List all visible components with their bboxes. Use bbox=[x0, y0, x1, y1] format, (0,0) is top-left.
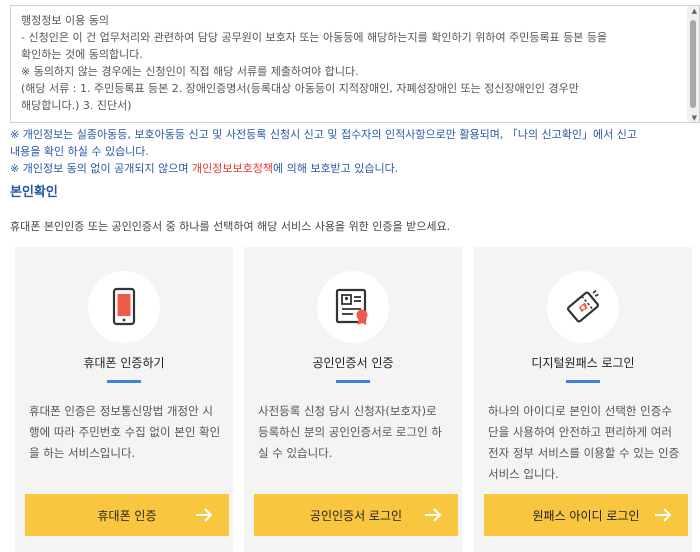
card-mobile-auth: 휴대폰 인증하기 휴대폰 인증은 정보통신망법 개정안 시행에 따라 주민번호 … bbox=[15, 247, 233, 552]
privacy-line-2: 내용을 확인 하실 수 있습니다. bbox=[10, 145, 149, 158]
consent-scrollbar[interactable]: ▲ ▼ bbox=[687, 6, 699, 122]
consent-line: 확인하는 것에 동의합니다. bbox=[21, 48, 143, 61]
card-certificate-auth: 공인인증서 인증 사전등록 신청 당시 신청자(보호자)로 등록하신 분의 공인… bbox=[244, 247, 462, 552]
card-divider bbox=[107, 380, 141, 383]
consent-textbox[interactable]: 행정정보 이용 동의 - 신청인은 이 건 업무처리와 관련하여 담당 공무원이… bbox=[10, 5, 700, 123]
card-title: 디지털원패스 로그인 bbox=[531, 356, 635, 370]
auth-cards: 휴대폰 인증하기 휴대폰 인증은 정보통신망법 개정안 시행에 따라 주민번호 … bbox=[15, 247, 700, 552]
onepass-login-button[interactable]: 원패스 아이디 로그인 bbox=[484, 494, 688, 536]
card-title: 휴대폰 인증하기 bbox=[83, 356, 165, 370]
privacy-line-3-suffix: 에 의해 보호받고 있습니다. bbox=[272, 162, 399, 175]
privacy-line-3: ※ 개인정보 동의 없이 공개되지 않으며 개인정보보호정책에 의해 보호받고 … bbox=[10, 160, 700, 177]
consent-line: ※ 동의하지 않는 경우에는 신청인이 직접 해당 서류를 제출하여야 합니다. bbox=[21, 65, 359, 78]
arrow-right-icon bbox=[193, 504, 215, 529]
consent-line: 해당합니다.) 3. 진단서) bbox=[21, 99, 132, 112]
card-divider bbox=[336, 380, 370, 383]
mobile-auth-button[interactable]: 휴대폰 인증 bbox=[25, 494, 229, 536]
certificate-login-button[interactable]: 공인인증서 로그인 bbox=[254, 494, 458, 536]
scroll-down-arrow-icon[interactable]: ▼ bbox=[692, 114, 697, 122]
card-description: 휴대폰 인증은 정보통신망법 개정안 시행에 따라 주민번호 수집 없이 본인 … bbox=[29, 404, 221, 460]
card-description: 하나의 아이디로 본인이 선택한 인증수단을 사용하여 안전하고 편리하게 여러… bbox=[488, 404, 680, 481]
card-title: 공인인증서 인증 bbox=[312, 356, 394, 370]
privacy-notice: ※ 개인정보는 실종아동등, 보호아동등 신고 및 사전등록 신청시 신고 및 … bbox=[10, 126, 700, 177]
button-label: 휴대폰 인증 bbox=[97, 508, 157, 523]
button-label: 원패스 아이디 로그인 bbox=[532, 508, 640, 523]
consent-text: 행정정보 이용 동의 - 신청인은 이 건 업무처리와 관련하여 담당 공무원이… bbox=[11, 6, 699, 114]
section-description: 휴대폰 본인인증 또는 공인인증서 중 하나를 선택하여 해당 서비스 사용을 … bbox=[10, 220, 451, 233]
onepass-ticket-icon bbox=[547, 271, 619, 343]
certificate-icon bbox=[317, 271, 389, 343]
card-onepass-login: 디지털원패스 로그인 하나의 아이디로 본인이 선택한 인증수단을 사용하여 안… bbox=[474, 247, 692, 552]
consent-line: - 신청인은 이 건 업무처리와 관련하여 담당 공무원이 보호자 또는 아동등… bbox=[21, 31, 608, 44]
card-description: 사전등록 신청 당시 신청자(보호자)로 등록하신 분의 공인인증서로 로그인 … bbox=[258, 404, 442, 460]
scroll-up-arrow-icon[interactable]: ▲ bbox=[692, 7, 697, 15]
section-title: 본인확인 bbox=[10, 185, 58, 200]
scroll-thumb[interactable] bbox=[690, 20, 696, 108]
arrow-right-icon bbox=[422, 504, 444, 529]
privacy-line-1: ※ 개인정보는 실종아동등, 보호아동등 신고 및 사전등록 신청시 신고 및 … bbox=[10, 128, 638, 141]
consent-line: 행정정보 이용 동의 bbox=[21, 14, 109, 27]
mobile-phone-icon bbox=[88, 271, 160, 343]
privacy-policy-link[interactable]: 개인정보보호정책 bbox=[192, 162, 273, 175]
arrow-right-icon bbox=[652, 504, 674, 529]
card-divider bbox=[566, 380, 600, 383]
privacy-line-3-prefix: ※ 개인정보 동의 없이 공개되지 않으며 bbox=[10, 162, 192, 175]
consent-line: (해당 서류 : 1. 주민등록표 등본 2. 장애인증명서(등록대상 아동등이… bbox=[21, 82, 579, 95]
button-label: 공인인증서 로그인 bbox=[309, 508, 403, 523]
